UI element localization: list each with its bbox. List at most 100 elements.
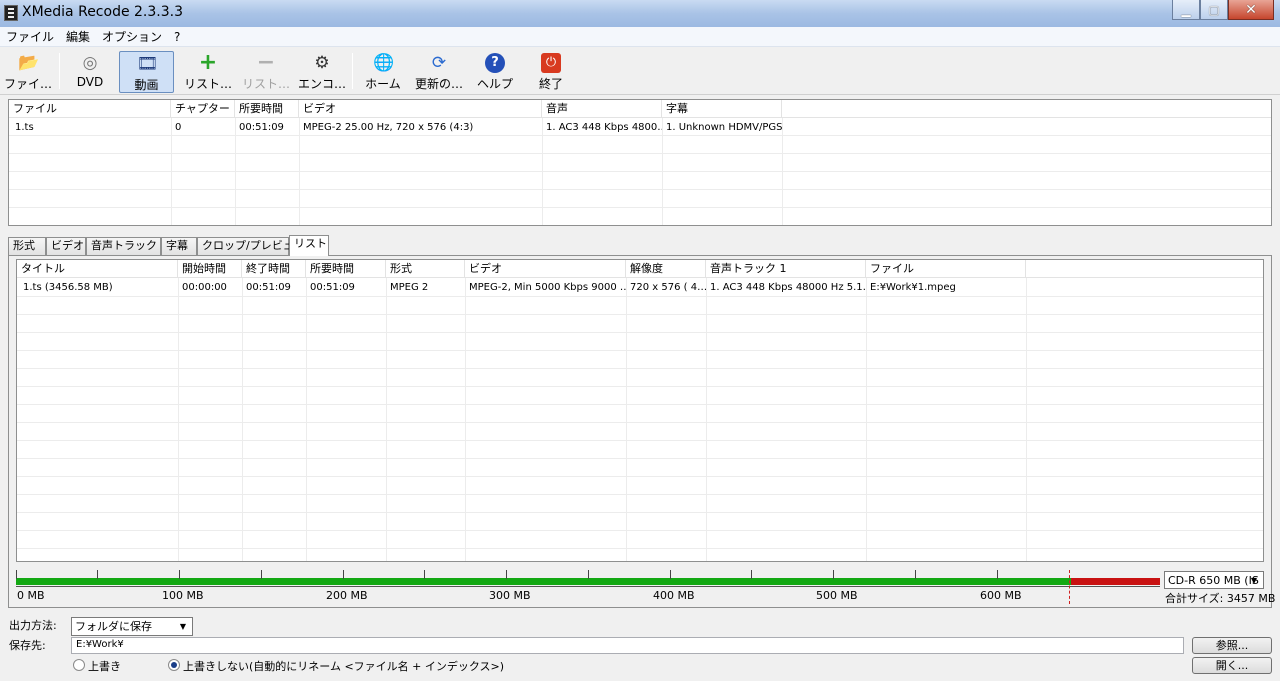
column-header-duration[interactable]: 所要時間 [306, 260, 386, 278]
video-button[interactable]: 🎞 動画 [119, 51, 174, 93]
output-method-value: フォルダに保存 [75, 620, 152, 633]
resolution-cell: 720 x 576 ( 4… [630, 282, 706, 293]
capacity-tick [670, 570, 671, 579]
add-to-list-button[interactable]: + リスト… [181, 51, 235, 93]
dvd-button[interactable]: ◎ DVD [66, 51, 114, 93]
media-size-value: CD-R 650 MB (IS [1168, 574, 1259, 587]
overwrite-radio[interactable] [73, 659, 85, 671]
close-icon: ✕ [1245, 1, 1257, 18]
audio-cell: 1. AC3 448 Kbps 4800… [546, 122, 662, 133]
job-list[interactable]: タイトル 開始時間 終了時間 所要時間 形式 ビデオ 解像度 音声トラック 1 … [16, 259, 1264, 562]
toolbar: 📂 ファイ… ◎ DVD 🎞 動画 + リスト… − リスト… ⚙ エンコ… 🌐… [0, 47, 1280, 95]
capacity-tick-label: 0 MB [17, 589, 45, 602]
format-cell: MPEG 2 [390, 282, 429, 293]
column-header-start-time[interactable]: 開始時間 [178, 260, 242, 278]
overwrite-label: 上書き [88, 660, 121, 673]
capacity-tick [261, 570, 262, 579]
tab-video[interactable]: ビデオ [46, 237, 86, 255]
capacity-tick [343, 570, 344, 579]
chevron-down-icon: ▼ [179, 622, 187, 631]
column-header-chapter[interactable]: チャプター [171, 100, 235, 118]
title-bar: XMedia Recode 2.3.3.3 ▁ ▢ ✕ [0, 0, 1280, 27]
encode-label: エンコ… [297, 77, 346, 91]
check-update-button[interactable]: ⟳ 更新の… [412, 51, 466, 93]
disc-icon: ◎ [82, 53, 98, 73]
power-icon: ⏻ [541, 53, 561, 73]
capacity-tick [833, 570, 834, 579]
menu-file[interactable]: ファイル [0, 28, 60, 45]
column-header-duration[interactable]: 所要時間 [235, 100, 299, 118]
output-file-cell: E:¥Work¥1.mpeg [870, 282, 956, 293]
browse-button[interactable]: 参照... [1192, 637, 1272, 654]
capacity-used-fill [16, 578, 1071, 585]
capacity-limit-marker [1069, 570, 1070, 604]
tab-subtitle[interactable]: 字幕 [161, 237, 197, 255]
encode-icon: ⚙ [314, 53, 330, 73]
destination-path-field[interactable]: E:¥Work¥ [71, 637, 1184, 654]
help-button[interactable]: ? ヘルプ [472, 51, 518, 93]
home-button[interactable]: 🌐 ホーム [360, 51, 406, 93]
menu-edit[interactable]: 編集 [60, 28, 96, 45]
plus-icon: + [198, 50, 218, 75]
column-header-resolution[interactable]: 解像度 [626, 260, 706, 278]
column-header-title[interactable]: タイトル [17, 260, 178, 278]
capacity-tick-label: 300 MB [489, 589, 531, 602]
column-header-audio[interactable]: 音声 [542, 100, 662, 118]
help-label: ヘルプ [476, 77, 513, 91]
maximize-button[interactable]: ▢ [1200, 0, 1228, 20]
column-header-filler [782, 100, 1271, 118]
capacity-tick-label: 100 MB [162, 589, 204, 602]
tab-crop-preview[interactable]: クロップ/プレビュー [197, 237, 305, 255]
remove-from-list-button[interactable]: − リスト… [240, 51, 292, 93]
app-film-icon [4, 5, 18, 21]
capacity-tick [16, 570, 17, 579]
title-cell: 1.ts (3456.58 MB) [23, 282, 113, 293]
capacity-over-fill [1071, 578, 1160, 585]
remove-from-list-label: リスト… [241, 77, 290, 91]
media-size-select[interactable]: CD-R 650 MB (IS ▼ [1164, 571, 1264, 589]
output-method-label: 出力方法: [9, 619, 57, 632]
exit-button[interactable]: ⏻ 終了 [528, 51, 574, 93]
tab-audio-track-1[interactable]: 音声トラック 1 [86, 237, 168, 255]
column-header-audio-track-1[interactable]: 音声トラック 1 [706, 260, 866, 278]
open-folder-button[interactable]: 開く... [1192, 657, 1272, 674]
video-label: 動画 [134, 78, 159, 92]
total-size-label: 合計サイズ: 3457 MB [1165, 592, 1276, 605]
check-update-label: 更新の… [414, 77, 463, 91]
no-overwrite-label: 上書きしない(自動的にリネーム <ファイル名 + インデックス>) [183, 660, 505, 673]
column-header-file[interactable]: ファイル [866, 260, 1026, 278]
open-folder-icon: 📂 [18, 53, 40, 73]
open-file-button[interactable]: 📂 ファイ… [2, 51, 54, 93]
column-header-format[interactable]: 形式 [386, 260, 465, 278]
chevron-down-icon: ▼ [1250, 576, 1258, 585]
no-overwrite-radio[interactable] [168, 659, 180, 671]
close-button[interactable]: ✕ [1228, 0, 1274, 20]
tab-list[interactable]: リスト [289, 235, 329, 256]
minimize-button[interactable]: ▁ [1172, 0, 1200, 20]
menu-help[interactable]: ? [168, 30, 186, 44]
column-header-file[interactable]: ファイル [9, 100, 171, 118]
tab-format[interactable]: 形式 [8, 237, 46, 255]
output-method-select[interactable]: フォルダに保存 ▼ [71, 617, 193, 636]
capacity-tick [424, 570, 425, 579]
capacity-tick-label: 200 MB [326, 589, 368, 602]
column-header-subtitle[interactable]: 字幕 [662, 100, 782, 118]
dvd-label: DVD [76, 75, 104, 89]
column-header-end-time[interactable]: 終了時間 [242, 260, 306, 278]
encode-button[interactable]: ⚙ エンコ… [296, 51, 348, 93]
capacity-tick-label: 400 MB [653, 589, 695, 602]
file-name-cell: 1.ts [15, 122, 34, 133]
column-header-video[interactable]: ビデオ [299, 100, 542, 118]
capacity-tick [588, 570, 589, 579]
film-icon: 🎞 [136, 54, 159, 74]
subtitle-cell: 1. Unknown HDMV/PGS [666, 122, 782, 133]
window-title: XMedia Recode 2.3.3.3 [22, 4, 183, 20]
globe-icon: 🌐 [373, 53, 395, 73]
end-time-cell: 00:51:09 [246, 282, 291, 293]
menu-options[interactable]: オプション [96, 28, 168, 45]
column-header-video[interactable]: ビデオ [465, 260, 626, 278]
audio-track-cell: 1. AC3 448 Kbps 48000 Hz 5.1… [710, 282, 866, 293]
file-list[interactable]: ファイル チャプター 所要時間 ビデオ 音声 字幕 1.ts 0 00:51:0… [8, 99, 1272, 226]
open-file-label: ファイ… [3, 77, 52, 91]
capacity-tick [751, 570, 752, 579]
